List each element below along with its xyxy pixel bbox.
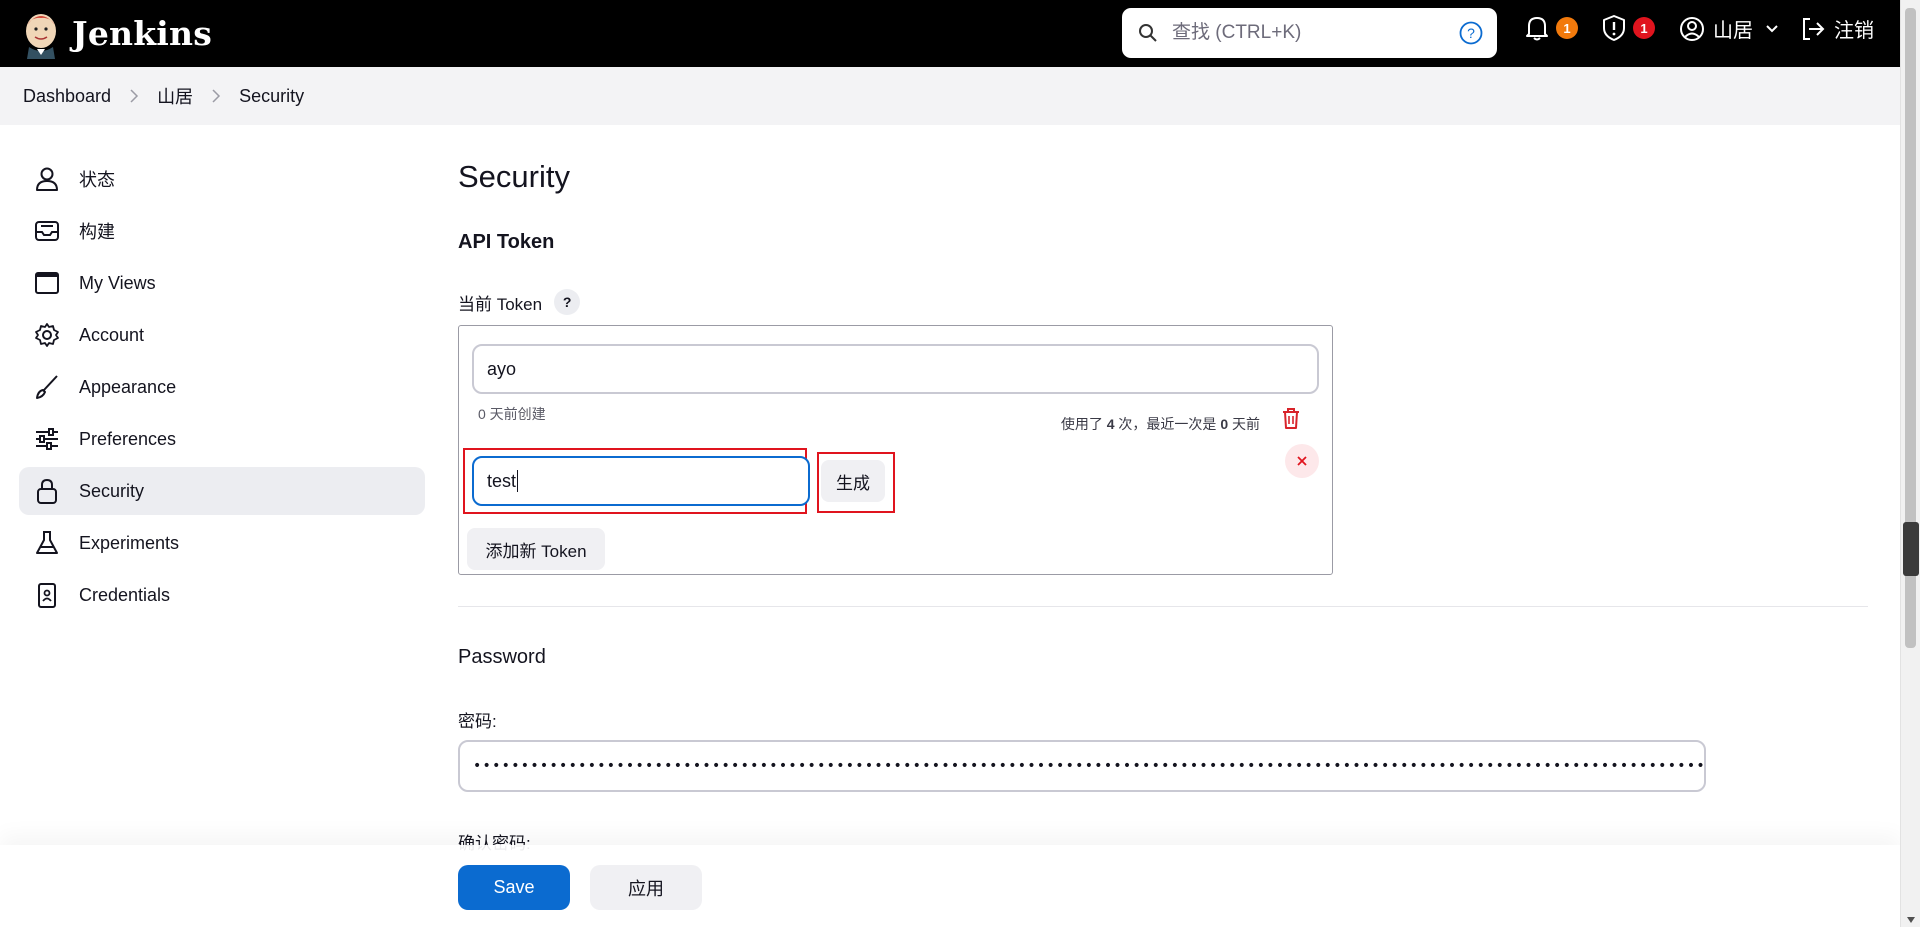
breadcrumb-dashboard[interactable]: Dashboard bbox=[23, 86, 111, 107]
logout-button[interactable]: 注销 bbox=[1800, 14, 1874, 43]
token-box: ayo 0 天前创建 使用了 4 次，最近一次是 0 天前 test 生成 添加… bbox=[458, 325, 1333, 575]
jenkins-butler-icon bbox=[26, 13, 56, 59]
scrollbar-marker bbox=[1903, 522, 1919, 576]
sidebar-item-label: Credentials bbox=[79, 584, 171, 605]
search-icon bbox=[1139, 24, 1157, 42]
token-created-text: 0 天前创建 bbox=[478, 406, 546, 422]
sidebar-item-builds[interactable]: 构建 bbox=[19, 207, 425, 255]
vertical-scrollbar[interactable] bbox=[1900, 0, 1920, 927]
logout-label: 注销 bbox=[1834, 20, 1874, 42]
password-field[interactable]: ••••••••••••••••••••••••••••••••••••••••… bbox=[458, 740, 1706, 792]
page-title: Security bbox=[458, 159, 570, 194]
security-alerts-button[interactable]: 1 bbox=[1601, 14, 1655, 42]
lock-icon bbox=[37, 478, 57, 504]
sidebar-item-status[interactable]: 状态 bbox=[19, 155, 425, 203]
breadcrumb-user[interactable]: 山居 bbox=[157, 83, 193, 109]
apply-button[interactable]: 应用 bbox=[590, 865, 702, 910]
password-heading-text: Password bbox=[458, 646, 546, 668]
sidebar-item-my-views[interactable]: My Views bbox=[19, 259, 425, 307]
current-token-label-text: 当前 Token bbox=[458, 294, 543, 314]
password-label: 密码: bbox=[458, 712, 497, 731]
section-divider bbox=[458, 606, 1868, 607]
sidebar-item-preferences[interactable]: Preferences bbox=[19, 415, 425, 463]
sidebar-item-label: 状态 bbox=[79, 170, 115, 190]
scroll-down-arrow-icon[interactable] bbox=[1907, 917, 1915, 923]
sidebar-item-appearance[interactable]: Appearance bbox=[19, 363, 425, 411]
top-header: Jenkins ? 1 1 山居 bbox=[0, 0, 1900, 67]
sidebar-item-label: Appearance bbox=[79, 376, 177, 397]
gear-icon bbox=[35, 323, 59, 347]
save-button[interactable]: Save bbox=[458, 865, 570, 910]
usage-count: 4 bbox=[1106, 416, 1115, 432]
new-token-value: test bbox=[487, 470, 517, 491]
sidebar-item-security[interactable]: Security bbox=[19, 467, 425, 515]
person-icon bbox=[36, 167, 58, 191]
sidebar: 状态 构建 My Views Account Appearance Prefer… bbox=[19, 155, 425, 623]
id-card-icon bbox=[38, 583, 56, 608]
sidebar-item-label: Experiments bbox=[79, 532, 180, 553]
security-badge: 1 bbox=[1633, 17, 1655, 39]
bottom-action-bar: Save 应用 bbox=[0, 845, 1900, 927]
jenkins-logo[interactable]: Jenkins bbox=[22, 9, 212, 59]
chevron-right-icon bbox=[130, 89, 139, 103]
usage-days: 0 bbox=[1220, 416, 1229, 432]
usage-mid: 次，最近一次是 bbox=[1118, 416, 1217, 432]
notifications-button[interactable]: 1 bbox=[1524, 14, 1578, 42]
sidebar-item-label: Account bbox=[79, 324, 145, 345]
user-circle-icon bbox=[1680, 16, 1704, 41]
existing-token-name-field[interactable]: ayo bbox=[472, 344, 1319, 394]
sidebar-item-label: Security bbox=[79, 480, 145, 501]
new-token-name-input[interactable]: test bbox=[472, 456, 810, 506]
chevron-right-icon bbox=[212, 89, 221, 103]
inbox-icon bbox=[35, 221, 59, 241]
sidebar-item-credentials[interactable]: Credentials bbox=[19, 571, 425, 619]
password-value: ••••••••••••••••••••••••••••••••••••••••… bbox=[473, 758, 1706, 774]
breadcrumb: Dashboard 山居 Security bbox=[0, 67, 1900, 125]
help-circle-icon[interactable]: ? bbox=[1459, 21, 1483, 45]
generate-button[interactable]: 生成 bbox=[821, 460, 885, 502]
search-box[interactable]: ? bbox=[1122, 8, 1497, 58]
password-heading: Password bbox=[458, 646, 546, 669]
chevron-down-icon bbox=[1766, 24, 1778, 32]
sidebar-item-label: Preferences bbox=[79, 428, 177, 449]
logout-icon bbox=[1803, 17, 1825, 40]
sidebar-item-label: My Views bbox=[79, 272, 156, 293]
usage-suffix: 天前 bbox=[1232, 416, 1260, 432]
sidebar-item-label: 构建 bbox=[79, 222, 115, 242]
brush-icon bbox=[36, 375, 58, 399]
search-input[interactable] bbox=[1172, 22, 1452, 44]
api-token-heading: API Token bbox=[458, 231, 555, 253]
flask-icon bbox=[36, 531, 58, 554]
usage-prefix: 使用了 bbox=[1060, 416, 1103, 432]
sidebar-item-account[interactable]: Account bbox=[19, 311, 425, 359]
trash-icon[interactable] bbox=[1280, 406, 1302, 430]
user-name: 山居 bbox=[1713, 20, 1753, 42]
sidebar-item-experiments[interactable]: Experiments bbox=[19, 519, 425, 567]
app-name: Jenkins bbox=[72, 14, 212, 53]
add-new-token-button[interactable]: 添加新 Token bbox=[467, 528, 605, 570]
remove-token-button[interactable] bbox=[1285, 444, 1319, 478]
breadcrumb-security[interactable]: Security bbox=[239, 86, 304, 107]
window-icon bbox=[35, 272, 59, 294]
sliders-icon bbox=[36, 428, 58, 450]
bell-icon bbox=[1526, 17, 1548, 41]
shield-alert-icon bbox=[1603, 15, 1625, 41]
svg-text:?: ? bbox=[1467, 25, 1475, 41]
notifications-badge: 1 bbox=[1556, 17, 1578, 39]
close-icon bbox=[1297, 456, 1307, 466]
token-usage-text: 使用了 4 次，最近一次是 0 天前 bbox=[1061, 414, 1260, 434]
user-menu[interactable]: 山居 bbox=[1679, 14, 1779, 43]
text-caret bbox=[517, 470, 519, 492]
help-button[interactable]: ? bbox=[554, 289, 581, 315]
current-token-label: 当前 Token ? bbox=[458, 289, 581, 315]
